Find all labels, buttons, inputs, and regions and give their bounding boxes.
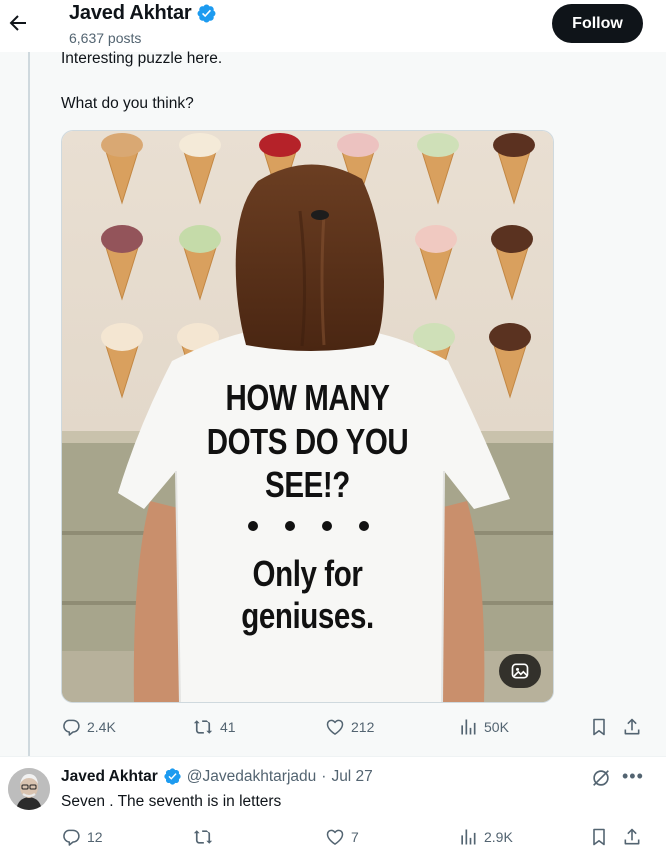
share-icon	[624, 828, 640, 845]
tweet-text-line2: What do you think?	[61, 95, 194, 112]
like-button[interactable]: 7	[325, 827, 359, 847]
reply-count: 2.4K	[87, 719, 116, 735]
views-button[interactable]: 2.9K	[458, 827, 513, 847]
avatar-image	[8, 768, 50, 810]
profile-header: Javed Akhtar 6,637 posts Follow	[0, 0, 666, 52]
avatar[interactable]	[8, 768, 50, 810]
repost-button[interactable]	[192, 827, 220, 847]
header-name: Javed Akhtar	[69, 2, 192, 24]
shirt-text-line: DOTS DO YOU	[206, 421, 409, 462]
reply-tweet[interactable]: Javed Akhtar @Javedakhtarjadu · Jul 27 S…	[0, 757, 666, 861]
reply-author-handle[interactable]: @Javedakhtarjadu	[187, 768, 316, 786]
tweet-actions: 2.4K 41 212 50K	[0, 717, 666, 743]
shirt-text-line: HOW MANY	[225, 377, 390, 418]
bookmark-icon	[593, 828, 605, 846]
back-arrow-icon[interactable]	[6, 11, 30, 35]
views-count: 2.9K	[484, 829, 513, 845]
reply-author-name[interactable]: Javed Akhtar	[61, 768, 158, 786]
bookmark-button[interactable]	[589, 717, 609, 737]
verified-badge-icon	[164, 768, 181, 785]
meta-separator: ·	[321, 767, 327, 785]
like-icon	[326, 829, 344, 845]
views-icon	[461, 829, 476, 845]
repost-icon	[193, 830, 213, 844]
shirt-text-line: geniuses.	[241, 595, 374, 636]
repost-button[interactable]: 41	[192, 717, 236, 737]
reply-button[interactable]: 12	[61, 827, 103, 847]
verified-badge-icon	[198, 4, 216, 23]
reply-icon	[63, 719, 80, 736]
alt-text-icon	[511, 663, 529, 679]
like-count: 7	[351, 829, 359, 845]
reply-icon	[63, 829, 80, 846]
like-button[interactable]: 212	[325, 717, 374, 737]
views-button[interactable]: 50K	[458, 717, 509, 737]
post-count: 6,637 posts	[69, 30, 142, 46]
shirt-text-line: Only for	[252, 553, 363, 594]
more-icon[interactable]: •••	[622, 766, 644, 787]
reply-text: Seven . The seventh is in letters	[61, 793, 282, 810]
share-button[interactable]	[622, 827, 642, 847]
share-icon	[624, 718, 640, 735]
bookmark-icon	[593, 718, 605, 736]
tweet-image[interactable]: HOW MANY DOTS DO YOU SEE!? Only for geni…	[61, 130, 554, 703]
like-icon	[326, 719, 344, 735]
reply-button[interactable]: 2.4K	[61, 717, 116, 737]
header-name-row: Javed Akhtar	[69, 2, 217, 25]
reply-date[interactable]: Jul 27	[331, 768, 372, 786]
repost-icon	[193, 720, 213, 734]
shirt-text-line: SEE!?	[265, 464, 350, 505]
views-count: 50K	[484, 719, 509, 735]
reply-header: Javed Akhtar @Javedakhtarjadu · Jul 27	[61, 767, 373, 786]
bookmark-button[interactable]	[589, 827, 609, 847]
tweet-text-line1: Interesting puzzle here.	[61, 50, 223, 67]
alt-text-button[interactable]	[499, 654, 541, 688]
like-count: 212	[351, 719, 375, 735]
reply-count: 12	[87, 829, 103, 845]
follow-button[interactable]: Follow	[552, 4, 643, 43]
repost-count: 41	[220, 719, 236, 735]
thread-connector	[28, 52, 30, 756]
grok-icon[interactable]	[590, 767, 612, 789]
views-icon	[461, 719, 476, 735]
share-button[interactable]	[622, 717, 642, 737]
reply-actions: 12 7 2.9K	[0, 827, 666, 853]
